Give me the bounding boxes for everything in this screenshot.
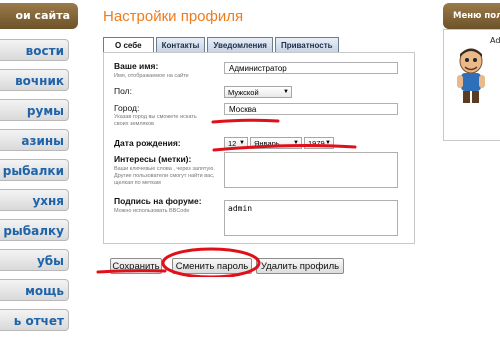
change-password-button[interactable]: Сменить пароль <box>172 258 252 274</box>
dob-year-value: 1979 <box>308 139 325 148</box>
left-sidebar: ои сайта вости вочник румы азины с рыбал… <box>0 0 80 331</box>
dob-month-select[interactable]: Январь ▼ <box>250 137 302 149</box>
tab-notifications[interactable]: Уведомления <box>207 37 273 52</box>
sidebar-item-help[interactable]: мощь <box>0 279 69 301</box>
profile-tabs: О себе Контакты Уведомления Приватность <box>103 37 339 53</box>
chevron-down-icon: ▼ <box>283 89 289 95</box>
interests-hint: Ваши ключевые слова , через запятую. Дру… <box>114 166 215 186</box>
dob-day-value: 12 <box>228 139 237 148</box>
signature-hint: Можно использовать BBCode <box>114 208 190 214</box>
sidebar-item-kitchen[interactable]: ухня <box>0 189 69 211</box>
sidebar-item-shops[interactable]: азины <box>0 129 69 151</box>
save-button[interactable]: Сохранить <box>110 258 162 274</box>
gender-select[interactable]: Мужской ▼ <box>224 86 292 98</box>
avatar[interactable] <box>449 45 493 105</box>
gender-label: Пол: <box>114 86 132 96</box>
page-title: Настройки профиля <box>103 8 244 25</box>
sidebar-item-fishing-photos[interactable]: с рыбалки <box>0 159 69 181</box>
sidebar-item-forums[interactable]: румы <box>0 99 69 121</box>
city-label: Город: <box>114 103 140 113</box>
delete-profile-button[interactable]: Удалить профиль <box>256 258 344 274</box>
gender-value: Мужской <box>228 88 259 97</box>
sidebar-item-report[interactable]: ь отчет <box>0 309 69 331</box>
city-hint: Указав город вы сможете искать своих зем… <box>114 114 197 127</box>
dob-month-value: Январь <box>254 139 280 148</box>
profile-form-panel: Ваше имя: Имя, отображаемое на сайте Адм… <box>103 52 415 244</box>
sidebar-nav: вости вочник румы азины с рыбалки ухня а… <box>0 39 69 339</box>
chevron-down-icon: ▼ <box>325 140 331 146</box>
sidebar-item-news[interactable]: вости <box>0 39 69 61</box>
sidebar-item-clubs[interactable]: убы <box>0 249 69 271</box>
username-label[interactable]: Ad <box>490 36 500 45</box>
dob-year-select[interactable]: 1979 ▼ <box>304 137 334 149</box>
dob-label: Дата рождения: <box>114 138 181 148</box>
sidebar-item-fishing-trip[interactable]: а рыбалку <box>0 219 69 241</box>
city-field[interactable]: Москва <box>224 103 398 115</box>
tab-privacy[interactable]: Приватность <box>274 37 339 52</box>
tab-about[interactable]: О себе <box>103 37 154 53</box>
user-menu-header: Меню пользо <box>443 3 500 29</box>
dob-day-select[interactable]: 12 ▼ <box>224 137 248 149</box>
sidebar-header: ои сайта <box>0 3 78 29</box>
interests-field[interactable] <box>224 152 398 188</box>
name-label: Ваше имя: <box>114 61 159 71</box>
tab-contacts[interactable]: Контакты <box>155 37 206 52</box>
signature-field[interactable]: admin <box>224 200 398 236</box>
interests-label: Интересы (метки): <box>114 154 192 164</box>
chevron-down-icon: ▼ <box>239 140 245 146</box>
chevron-down-icon: ▼ <box>293 140 299 146</box>
name-hint: Имя, отображаемое на сайте <box>114 73 189 79</box>
name-field[interactable]: Администратор <box>224 62 398 74</box>
signature-label: Подпись на форуме: <box>114 196 202 206</box>
sidebar-item-reference[interactable]: вочник <box>0 69 69 91</box>
